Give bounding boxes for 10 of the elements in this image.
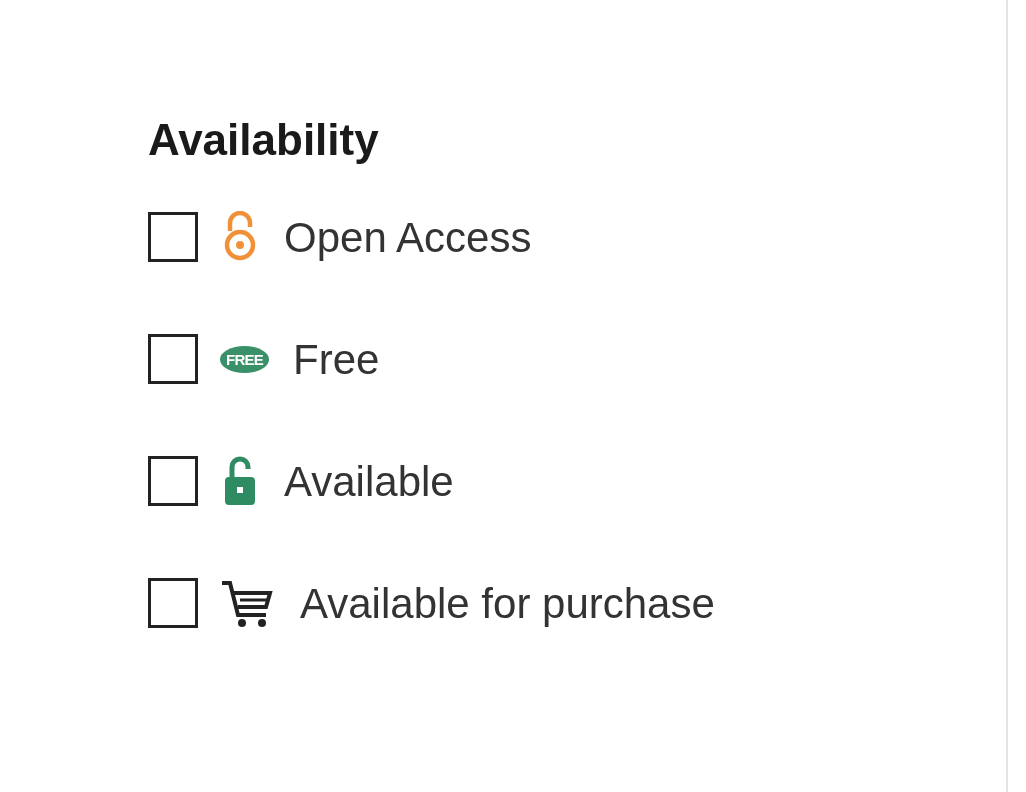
- free-icon: FREE: [220, 345, 269, 373]
- option-label: Free: [293, 334, 380, 385]
- checkbox[interactable]: [148, 578, 198, 628]
- checkbox[interactable]: [148, 212, 198, 262]
- section-heading: Availability: [148, 114, 380, 166]
- checkbox[interactable]: [148, 456, 198, 506]
- checkbox[interactable]: [148, 334, 198, 384]
- option-label: Available: [284, 456, 454, 507]
- option-label: Available for purchase: [300, 578, 715, 629]
- option-label: Open Access: [284, 212, 532, 263]
